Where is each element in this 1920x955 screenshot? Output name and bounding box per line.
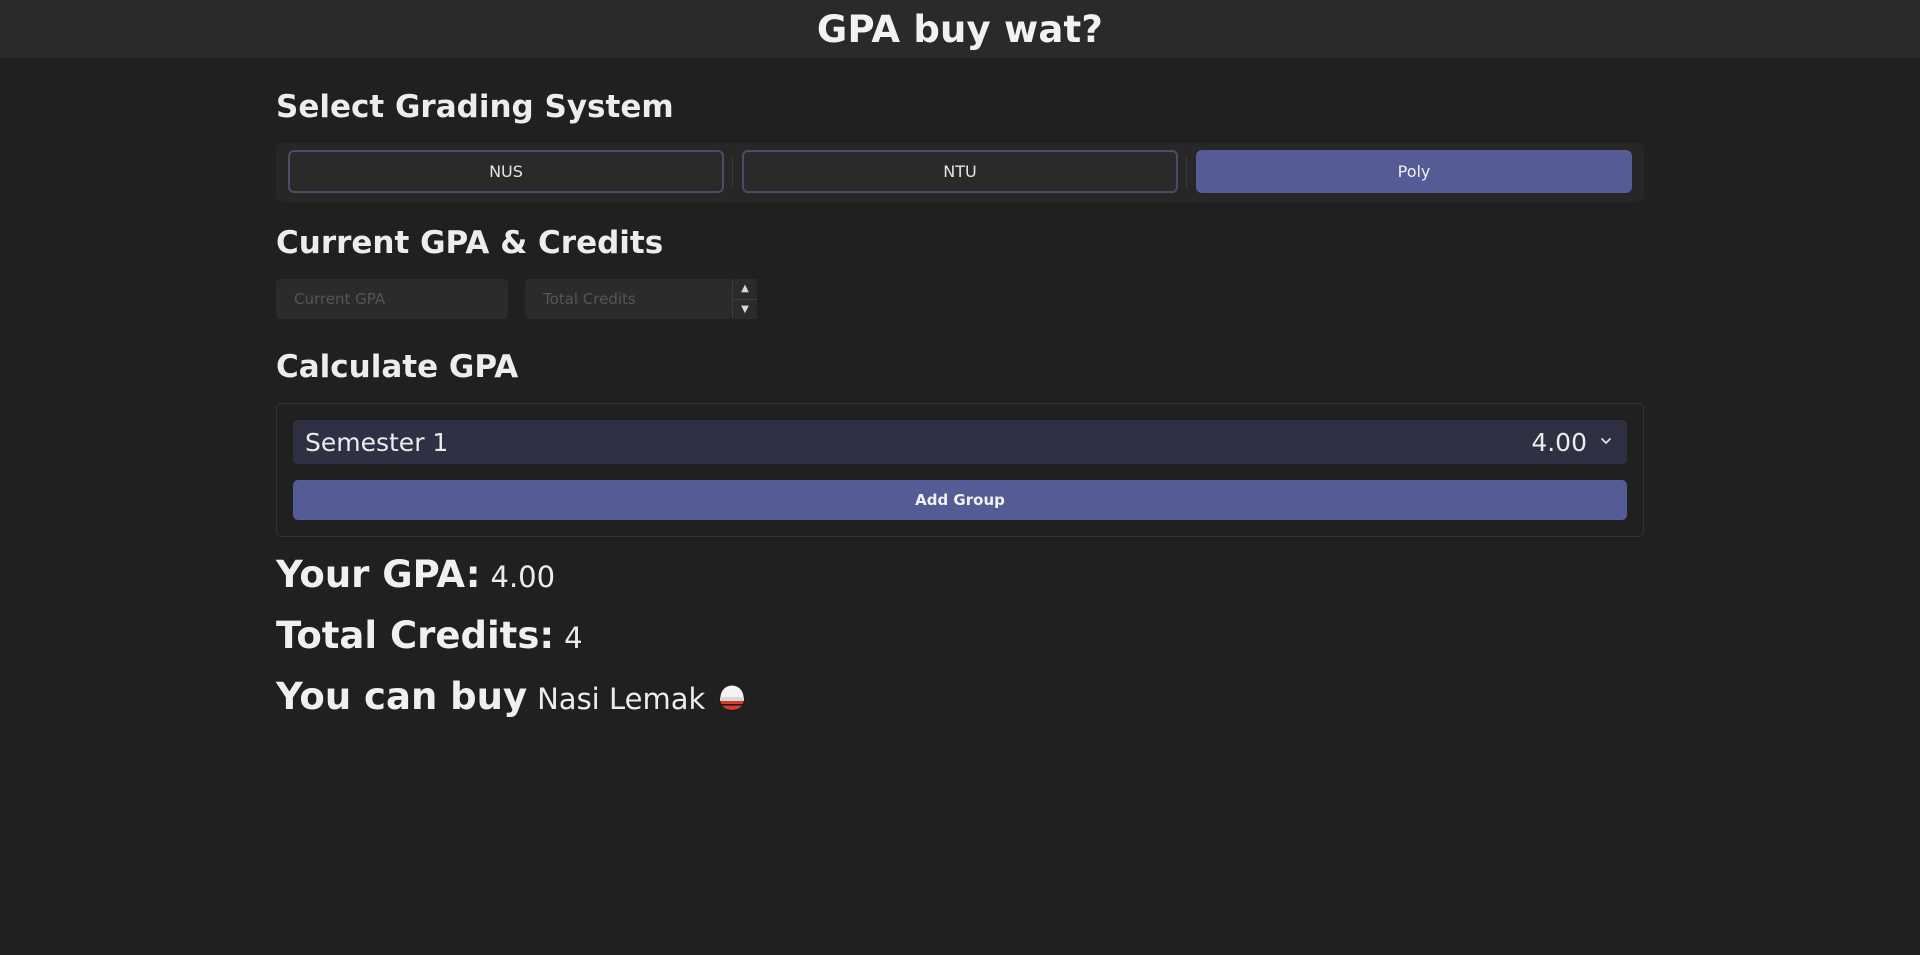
segment-divider [732,157,733,188]
app-title: GPA buy wat? [816,7,1104,51]
decrement-icon[interactable]: ▼ [733,298,757,320]
semester-row[interactable]: Semester 1 4.00 [293,420,1627,464]
segment-divider [1186,157,1187,188]
gpa-result-label: Your GPA: [276,553,481,596]
semester-gpa: 4.00 [1531,428,1587,457]
total-credits-input[interactable] [525,279,732,319]
grading-system-heading: Select Grading System [276,89,674,125]
grading-option-poly[interactable]: Poly [1196,150,1632,193]
gpa-result-value: 4.00 [490,560,556,594]
rice-bowl-icon [719,685,746,711]
credits-result-value: 4 [564,621,583,655]
credits-result: Total Credits: 4 [276,614,583,657]
top-bar: GPA buy wat? [0,0,1920,58]
current-gpa-input[interactable] [276,279,508,319]
current-gpa-heading: Current GPA & Credits [276,225,664,261]
grading-option-ntu[interactable]: NTU [742,150,1178,193]
increment-icon[interactable]: ▲ [733,279,757,299]
credits-result-label: Total Credits: [276,614,555,657]
buy-result-value: Nasi Lemak [537,682,706,716]
gpa-result: Your GPA: 4.00 [276,553,555,596]
calculate-card: Semester 1 4.00 Add Group [276,403,1644,537]
semester-name: Semester 1 [305,428,449,457]
buy-result-label: You can buy [276,675,528,718]
chevron-down-icon[interactable] [1599,434,1613,448]
grading-option-nus[interactable]: NUS [288,150,724,193]
add-group-button[interactable]: Add Group [293,480,1627,520]
buy-result: You can buy Nasi Lemak [276,675,747,718]
calculate-gpa-heading: Calculate GPA [276,349,519,385]
credits-stepper: ▲ ▼ [732,279,757,319]
grading-system-selector: NUS NTU Poly [276,143,1644,202]
